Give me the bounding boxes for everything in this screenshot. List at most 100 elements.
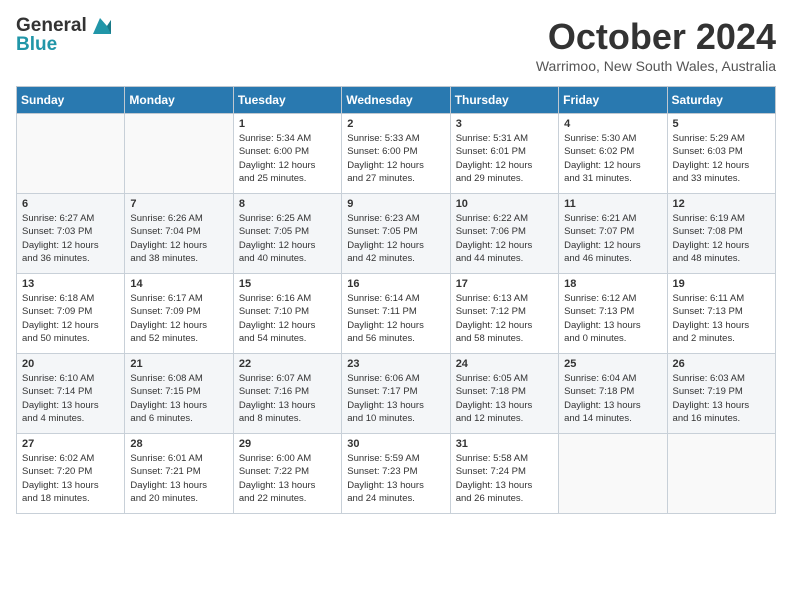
day-detail: Sunrise: 6:25 AM Sunset: 7:05 PM Dayligh…	[239, 212, 336, 265]
calendar-cell: 10 Sunrise: 6:22 AM Sunset: 7:06 PM Dayli…	[450, 194, 558, 274]
calendar-cell: 24 Sunrise: 6:05 AM Sunset: 7:18 PM Dayli…	[450, 354, 558, 434]
day-detail: Sunrise: 5:34 AM Sunset: 6:00 PM Dayligh…	[239, 132, 336, 185]
calendar-cell	[667, 434, 775, 514]
day-detail: Sunrise: 6:26 AM Sunset: 7:04 PM Dayligh…	[130, 212, 227, 265]
calendar-week-1: 1Sunrise: 5:34 AM Sunset: 6:00 PM Daylig…	[17, 114, 776, 194]
day-number: 21	[130, 358, 227, 370]
logo-blue: Blue	[16, 35, 57, 56]
day-number: 2	[347, 118, 444, 130]
day-number: 24	[456, 358, 553, 370]
day-number: 11	[564, 198, 661, 210]
day-header-sunday: Sunday	[17, 87, 125, 114]
day-number: 17	[456, 278, 553, 290]
day-detail: Sunrise: 6:11 AM Sunset: 7:13 PM Dayligh…	[673, 292, 770, 345]
day-number: 25	[564, 358, 661, 370]
calendar-cell: 25Sunrise: 6:04 AM Sunset: 7:18 PM Dayli…	[559, 354, 667, 434]
calendar-cell: 23 Sunrise: 6:06 AM Sunset: 7:17 PM Dayli…	[342, 354, 450, 434]
day-detail: Sunrise: 5:29 AM Sunset: 6:03 PM Dayligh…	[673, 132, 770, 185]
day-number: 16	[347, 278, 444, 290]
day-detail: Sunrise: 6:00 AM Sunset: 7:22 PM Dayligh…	[239, 452, 336, 505]
page-header: General Blue October 2024 Warrimoo, New …	[16, 16, 776, 74]
calendar-cell: 6Sunrise: 6:27 AM Sunset: 7:03 PM Daylig…	[17, 194, 125, 274]
calendar-cell: 17 Sunrise: 6:13 AM Sunset: 7:12 PM Dayli…	[450, 274, 558, 354]
calendar-cell: 21 Sunrise: 6:08 AM Sunset: 7:15 PM Dayli…	[125, 354, 233, 434]
calendar-cell: 2 Sunrise: 5:33 AM Sunset: 6:00 PM Daylig…	[342, 114, 450, 194]
day-header-friday: Friday	[559, 87, 667, 114]
day-number: 12	[673, 198, 770, 210]
day-number: 18	[564, 278, 661, 290]
day-detail: Sunrise: 6:08 AM Sunset: 7:15 PM Dayligh…	[130, 372, 227, 425]
calendar-week-2: 6Sunrise: 6:27 AM Sunset: 7:03 PM Daylig…	[17, 194, 776, 274]
calendar-cell: 14 Sunrise: 6:17 AM Sunset: 7:09 PM Dayli…	[125, 274, 233, 354]
calendar-cell: 31Sunrise: 5:58 AM Sunset: 7:24 PM Dayli…	[450, 434, 558, 514]
calendar-week-3: 13 Sunrise: 6:18 AM Sunset: 7:09 PM Dayli…	[17, 274, 776, 354]
day-number: 10	[456, 198, 553, 210]
calendar-header-row: SundayMondayTuesdayWednesdayThursdayFrid…	[17, 87, 776, 114]
day-header-monday: Monday	[125, 87, 233, 114]
day-detail: Sunrise: 6:07 AM Sunset: 7:16 PM Dayligh…	[239, 372, 336, 425]
calendar-cell: 4 Sunrise: 5:30 AM Sunset: 6:02 PM Daylig…	[559, 114, 667, 194]
calendar-cell: 28 Sunrise: 6:01 AM Sunset: 7:21 PM Dayli…	[125, 434, 233, 514]
day-detail: Sunrise: 6:27 AM Sunset: 7:03 PM Dayligh…	[22, 212, 119, 265]
day-detail: Sunrise: 6:12 AM Sunset: 7:13 PM Dayligh…	[564, 292, 661, 345]
day-detail: Sunrise: 6:01 AM Sunset: 7:21 PM Dayligh…	[130, 452, 227, 505]
logo: General Blue	[16, 16, 111, 56]
calendar-cell: 29 Sunrise: 6:00 AM Sunset: 7:22 PM Dayli…	[233, 434, 341, 514]
day-detail: Sunrise: 6:17 AM Sunset: 7:09 PM Dayligh…	[130, 292, 227, 345]
day-number: 14	[130, 278, 227, 290]
day-number: 20	[22, 358, 119, 370]
calendar-cell: 22 Sunrise: 6:07 AM Sunset: 7:16 PM Dayli…	[233, 354, 341, 434]
day-detail: Sunrise: 6:18 AM Sunset: 7:09 PM Dayligh…	[22, 292, 119, 345]
calendar-cell: 30Sunrise: 5:59 AM Sunset: 7:23 PM Dayli…	[342, 434, 450, 514]
calendar-week-5: 27Sunrise: 6:02 AM Sunset: 7:20 PM Dayli…	[17, 434, 776, 514]
calendar-cell: 27Sunrise: 6:02 AM Sunset: 7:20 PM Dayli…	[17, 434, 125, 514]
calendar-week-4: 20 Sunrise: 6:10 AM Sunset: 7:14 PM Dayli…	[17, 354, 776, 434]
title-block: October 2024 Warrimoo, New South Wales, …	[536, 16, 776, 74]
day-detail: Sunrise: 6:14 AM Sunset: 7:11 PM Dayligh…	[347, 292, 444, 345]
day-detail: Sunrise: 5:33 AM Sunset: 6:00 PM Dayligh…	[347, 132, 444, 185]
day-number: 4	[564, 118, 661, 130]
day-header-saturday: Saturday	[667, 87, 775, 114]
day-detail: Sunrise: 6:10 AM Sunset: 7:14 PM Dayligh…	[22, 372, 119, 425]
calendar-cell: 20 Sunrise: 6:10 AM Sunset: 7:14 PM Dayli…	[17, 354, 125, 434]
calendar-cell: 13 Sunrise: 6:18 AM Sunset: 7:09 PM Dayli…	[17, 274, 125, 354]
month-title: October 2024	[536, 16, 776, 58]
calendar-cell: 26 Sunrise: 6:03 AM Sunset: 7:19 PM Dayli…	[667, 354, 775, 434]
calendar-cell: 16 Sunrise: 6:14 AM Sunset: 7:11 PM Dayli…	[342, 274, 450, 354]
day-number: 23	[347, 358, 444, 370]
day-detail: Sunrise: 5:31 AM Sunset: 6:01 PM Dayligh…	[456, 132, 553, 185]
day-number: 19	[673, 278, 770, 290]
day-number: 27	[22, 438, 119, 450]
calendar-cell: 3Sunrise: 5:31 AM Sunset: 6:01 PM Daylig…	[450, 114, 558, 194]
calendar-cell: 9Sunrise: 6:23 AM Sunset: 7:05 PM Daylig…	[342, 194, 450, 274]
day-detail: Sunrise: 6:16 AM Sunset: 7:10 PM Dayligh…	[239, 292, 336, 345]
calendar-cell	[559, 434, 667, 514]
calendar-cell	[17, 114, 125, 194]
day-number: 7	[130, 198, 227, 210]
calendar-cell: 1Sunrise: 5:34 AM Sunset: 6:00 PM Daylig…	[233, 114, 341, 194]
day-detail: Sunrise: 5:30 AM Sunset: 6:02 PM Dayligh…	[564, 132, 661, 185]
day-detail: Sunrise: 6:22 AM Sunset: 7:06 PM Dayligh…	[456, 212, 553, 265]
day-number: 8	[239, 198, 336, 210]
day-detail: Sunrise: 5:59 AM Sunset: 7:23 PM Dayligh…	[347, 452, 444, 505]
day-detail: Sunrise: 6:19 AM Sunset: 7:08 PM Dayligh…	[673, 212, 770, 265]
day-number: 29	[239, 438, 336, 450]
location: Warrimoo, New South Wales, Australia	[536, 58, 776, 74]
calendar-cell: 15 Sunrise: 6:16 AM Sunset: 7:10 PM Dayli…	[233, 274, 341, 354]
day-detail: Sunrise: 6:03 AM Sunset: 7:19 PM Dayligh…	[673, 372, 770, 425]
day-detail: Sunrise: 6:21 AM Sunset: 7:07 PM Dayligh…	[564, 212, 661, 265]
day-number: 15	[239, 278, 336, 290]
day-number: 13	[22, 278, 119, 290]
calendar-cell: 11 Sunrise: 6:21 AM Sunset: 7:07 PM Dayli…	[559, 194, 667, 274]
day-number: 28	[130, 438, 227, 450]
day-detail: Sunrise: 6:05 AM Sunset: 7:18 PM Dayligh…	[456, 372, 553, 425]
calendar-cell: 19 Sunrise: 6:11 AM Sunset: 7:13 PM Dayli…	[667, 274, 775, 354]
day-number: 22	[239, 358, 336, 370]
day-detail: Sunrise: 6:06 AM Sunset: 7:17 PM Dayligh…	[347, 372, 444, 425]
day-number: 26	[673, 358, 770, 370]
calendar-cell	[125, 114, 233, 194]
calendar-cell: 7 Sunrise: 6:26 AM Sunset: 7:04 PM Daylig…	[125, 194, 233, 274]
calendar-cell: 12 Sunrise: 6:19 AM Sunset: 7:08 PM Dayli…	[667, 194, 775, 274]
day-number: 9	[347, 198, 444, 210]
day-detail: Sunrise: 6:13 AM Sunset: 7:12 PM Dayligh…	[456, 292, 553, 345]
